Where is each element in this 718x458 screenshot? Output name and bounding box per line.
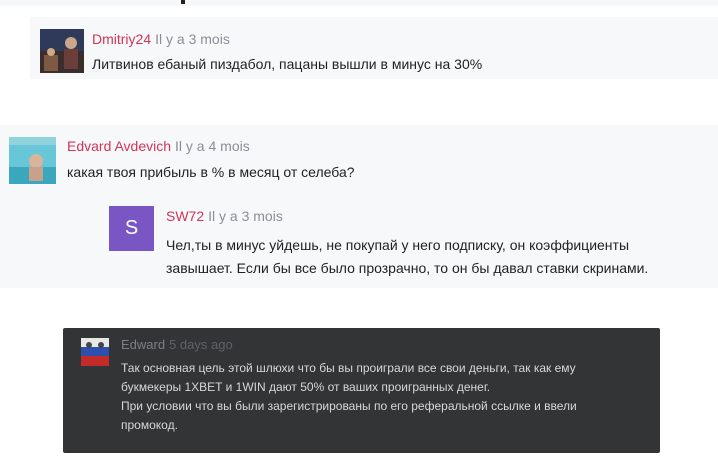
author-name[interactable]: Edvard Avdevich xyxy=(67,138,171,154)
overlay-text-line: Так основная цель этой шлюхи что бы вы п… xyxy=(121,361,576,375)
comment-text-edvard-avdevich: какая твоя прибыль в % в месяц от селеба… xyxy=(67,164,355,180)
comment-timestamp[interactable]: Il y a 3 mois xyxy=(208,208,283,224)
comment-text-dmitriy24: Литвинов ебаный пиздабол, пацаны вышли в… xyxy=(92,56,483,72)
comment-text-line: Чел,ты в минус уйдешь, не покупай у него… xyxy=(166,237,630,253)
comment-timestamp[interactable]: Il y a 3 mois xyxy=(155,31,230,47)
avatar-edward[interactable] xyxy=(81,338,109,366)
comment-author-edvard-avdevich[interactable]: Edvard Avdevich Il y a 4 mois xyxy=(67,138,250,154)
avatar-photo-icon xyxy=(9,137,56,184)
comment-text-line: завышает. Если бы все было прозрачно, то… xyxy=(166,260,649,276)
avatar-sw72[interactable]: S xyxy=(109,206,154,251)
author-name[interactable]: SW72 xyxy=(166,208,204,224)
comment-author-sw72[interactable]: SW72 Il y a 3 mois xyxy=(166,208,283,224)
overlay-comment-text: Так основная цель этой шлюхи что бы вы п… xyxy=(121,359,641,435)
comment-text-sw72: Чел,ты в минус уйдешь, не покупай у него… xyxy=(166,234,716,280)
comment-tail-mark xyxy=(181,0,185,4)
avatar-photo-icon xyxy=(40,29,84,73)
avatar-flag-icon xyxy=(81,338,109,366)
author-name[interactable]: Dmitriy24 xyxy=(92,31,151,47)
author-name[interactable]: Edward xyxy=(121,337,165,352)
avatar-letter: S xyxy=(124,217,139,239)
comment-timestamp[interactable]: 5 days ago xyxy=(169,337,233,352)
overlay-text-line: При условии что вы были зарегистрированы… xyxy=(121,399,577,413)
previous-comment-strip xyxy=(0,0,718,6)
overlay-comment-edward: Edward 5 days ago Так основная цель этой … xyxy=(63,328,660,453)
avatar-edvard-avdevich[interactable] xyxy=(9,137,56,184)
overlay-text-line: промокод. xyxy=(121,418,178,432)
comment-timestamp[interactable]: Il y a 4 mois xyxy=(175,138,250,154)
avatar-dmitriy24[interactable] xyxy=(40,29,84,73)
comment-author-dmitriy24[interactable]: Dmitriy24 Il y a 3 mois xyxy=(92,31,230,47)
overlay-text-line: букмекеры 1XBET и 1WIN дают 50% от ваших… xyxy=(121,380,491,394)
overlay-comment-author[interactable]: Edward 5 days ago xyxy=(121,337,233,352)
